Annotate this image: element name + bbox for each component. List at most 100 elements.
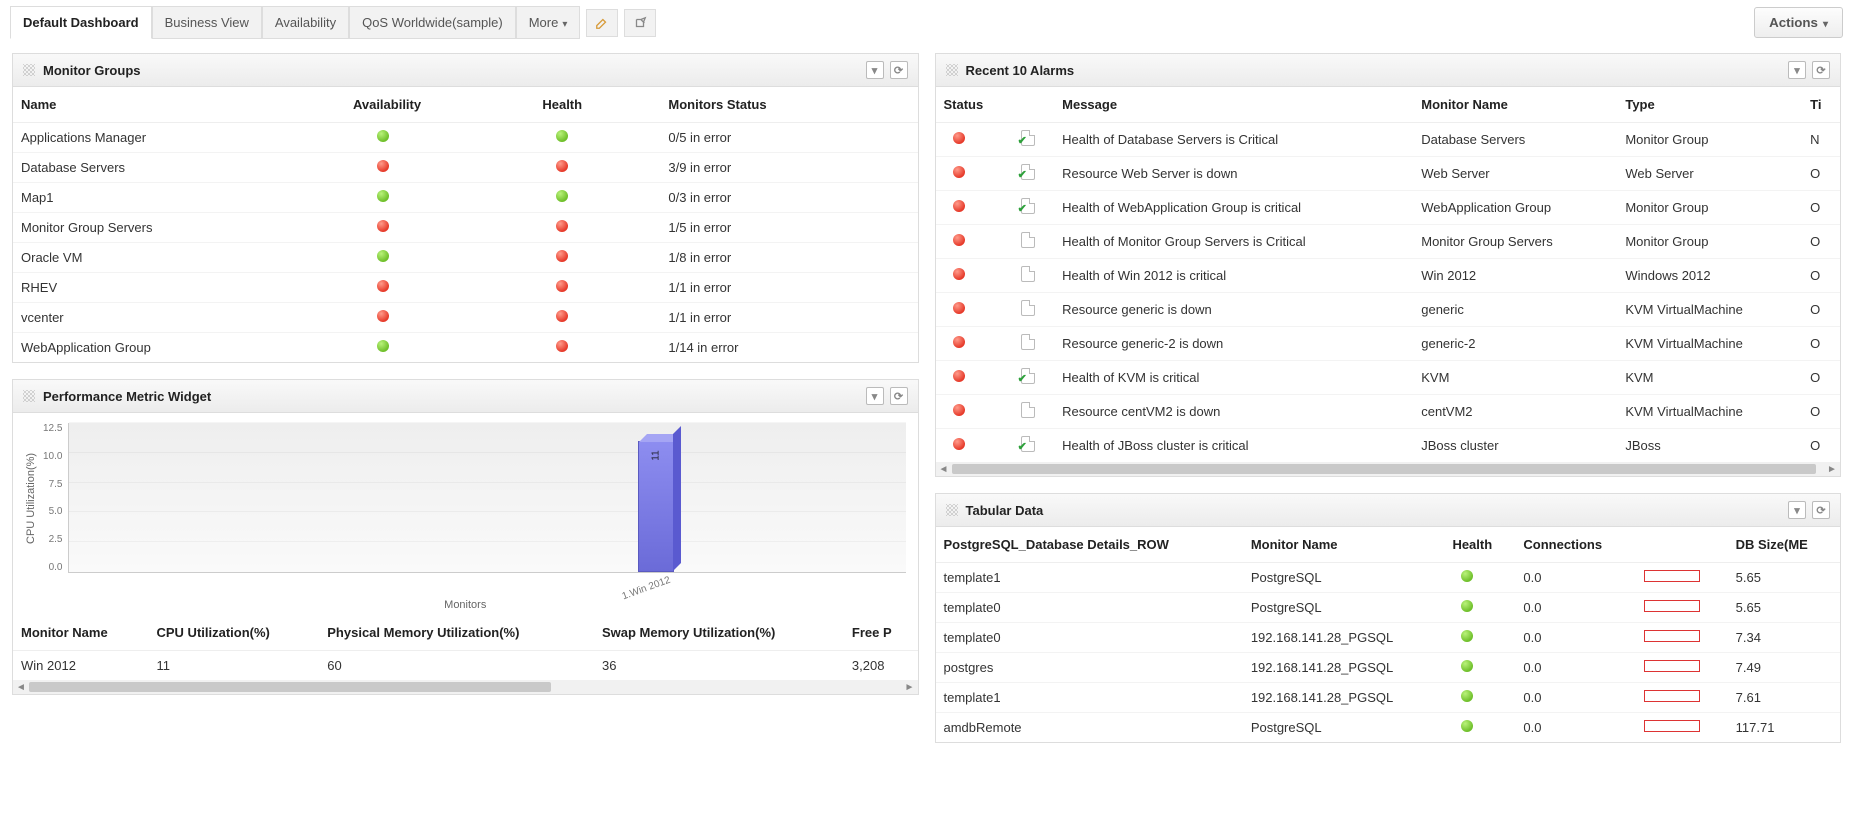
column-header: Connections [1515, 527, 1636, 563]
cell: 3,208 [844, 651, 918, 681]
alarm-type-icon [1021, 436, 1035, 452]
table-row[interactable]: Health of KVM is criticalKVMKVMO [936, 361, 1841, 395]
monitor-cell: Monitor Group Servers [1413, 225, 1617, 259]
drag-handle-icon[interactable] [23, 390, 35, 402]
name-cell: Applications Manager [13, 123, 345, 153]
status-cell: 1/1 in error [660, 273, 917, 303]
scroll-right-icon[interactable]: ► [1826, 463, 1838, 475]
table-row[interactable]: vcenter1/1 in error [13, 303, 918, 333]
column-header: Monitors Status [660, 87, 917, 123]
message-cell: Resource Web Server is down [1054, 157, 1413, 191]
health-cell [1444, 713, 1515, 743]
horizontal-scrollbar[interactable]: ◄ ► [13, 680, 918, 694]
status-dot [1461, 600, 1473, 612]
table-row[interactable]: template1PostgreSQL0.05.65 [936, 563, 1841, 593]
tab-more[interactable]: More [516, 6, 581, 39]
status-cell [936, 327, 1013, 361]
refresh-icon[interactable]: ⟳ [1812, 61, 1830, 79]
monitor-cell: KVM [1413, 361, 1617, 395]
table-row[interactable]: template0192.168.141.28_PGSQL0.07.34 [936, 623, 1841, 653]
table-row[interactable]: Resource Web Server is downWeb ServerWeb… [936, 157, 1841, 191]
icon-cell [1013, 395, 1055, 429]
widget-title: Performance Metric Widget [43, 389, 211, 404]
table-row[interactable]: postgres192.168.141.28_PGSQL0.07.49 [936, 653, 1841, 683]
cell: amdbRemote [936, 713, 1243, 743]
monitor-cell: JBoss cluster [1413, 429, 1617, 463]
icon-cell [1013, 157, 1055, 191]
scroll-left-icon[interactable]: ◄ [15, 681, 27, 693]
table-row[interactable]: Monitor Group Servers1/5 in error [13, 213, 918, 243]
status-dot [953, 438, 965, 450]
status-cell: 1/1 in error [660, 303, 917, 333]
table-row[interactable]: Applications Manager0/5 in error [13, 123, 918, 153]
cell: 5.65 [1728, 593, 1840, 623]
monitor-groups-table: NameAvailabilityHealthMonitors Status Ap… [13, 87, 918, 362]
scroll-right-icon[interactable]: ► [904, 681, 916, 693]
column-header: Message [1054, 87, 1413, 123]
table-row[interactable]: Health of Win 2012 is criticalWin 2012Wi… [936, 259, 1841, 293]
table-row[interactable]: Resource centVM2 is downcentVM2KVM Virtu… [936, 395, 1841, 429]
table-row[interactable]: WebApplication Group1/14 in error [13, 333, 918, 363]
table-row[interactable]: Resource generic-2 is downgeneric-2KVM V… [936, 327, 1841, 361]
tab-default-dashboard[interactable]: Default Dashboard [10, 6, 152, 39]
status-dot [953, 302, 965, 314]
connections-bar [1644, 630, 1700, 642]
table-row[interactable]: RHEV 1/1 in error [13, 273, 918, 303]
table-row[interactable]: template0PostgreSQL0.05.65 [936, 593, 1841, 623]
status-dot [1461, 720, 1473, 732]
horizontal-scrollbar[interactable]: ◄ ► [936, 462, 1841, 476]
health-cell [1444, 563, 1515, 593]
table-row[interactable]: Map10/3 in error [13, 183, 918, 213]
drag-handle-icon[interactable] [23, 64, 35, 76]
status-dot [556, 160, 568, 172]
connections-bar [1644, 690, 1700, 702]
refresh-icon[interactable]: ⟳ [890, 61, 908, 79]
table-row[interactable]: Health of Monitor Group Servers is Criti… [936, 225, 1841, 259]
name-cell: RHEV [13, 273, 345, 303]
widget-menu-icon[interactable]: ▾ [866, 61, 884, 79]
table-row[interactable]: Oracle VM1/8 in error [13, 243, 918, 273]
cell: template0 [936, 623, 1243, 653]
widget-menu-icon[interactable]: ▾ [1788, 61, 1806, 79]
message-cell: Resource centVM2 is down [1054, 395, 1413, 429]
tab-availability[interactable]: Availability [262, 6, 349, 39]
message-cell: Health of JBoss cluster is critical [1054, 429, 1413, 463]
column-header [1636, 527, 1728, 563]
status-cell [936, 293, 1013, 327]
table-row[interactable]: Resource generic is downgenericKVM Virtu… [936, 293, 1841, 327]
tab-qos-worldwide-sample-[interactable]: QoS Worldwide(sample) [349, 6, 516, 39]
availability-cell [345, 273, 534, 303]
time-cell: O [1802, 191, 1840, 225]
drag-handle-icon[interactable] [946, 64, 958, 76]
widget-menu-icon[interactable]: ▾ [1788, 501, 1806, 519]
table-row[interactable]: amdbRemotePostgreSQL0.0117.71 [936, 713, 1841, 743]
status-dot [556, 190, 568, 202]
refresh-icon[interactable]: ⟳ [890, 387, 908, 405]
actions-button[interactable]: Actions [1754, 7, 1843, 38]
drag-handle-icon[interactable] [946, 504, 958, 516]
edit-dashboard-icon[interactable] [586, 9, 618, 37]
tab-business-view[interactable]: Business View [152, 6, 262, 39]
health-cell [534, 153, 660, 183]
status-cell [936, 157, 1013, 191]
table-row[interactable]: Win 20121160363,208 [13, 651, 918, 681]
status-dot [377, 190, 389, 202]
cell: 36 [594, 651, 844, 681]
status-dot [953, 166, 965, 178]
table-row[interactable]: Health of Database Servers is CriticalDa… [936, 123, 1841, 157]
table-row[interactable]: Health of JBoss cluster is criticalJBoss… [936, 429, 1841, 463]
icon-cell [1013, 429, 1055, 463]
widget-menu-icon[interactable]: ▾ [866, 387, 884, 405]
tabular-widget: Tabular Data ▾ ⟳ PostgreSQL_Database Det… [935, 493, 1842, 743]
type-cell: Windows 2012 [1617, 259, 1802, 293]
table-row[interactable]: Database Servers3/9 in error [13, 153, 918, 183]
message-cell: Health of Database Servers is Critical [1054, 123, 1413, 157]
refresh-icon[interactable]: ⟳ [1812, 501, 1830, 519]
status-dot [556, 310, 568, 322]
table-row[interactable]: Health of WebApplication Group is critic… [936, 191, 1841, 225]
open-external-icon[interactable] [624, 9, 656, 37]
table-row[interactable]: template1192.168.141.28_PGSQL0.07.61 [936, 683, 1841, 713]
scroll-left-icon[interactable]: ◄ [938, 463, 950, 475]
alarms-widget: Recent 10 Alarms ▾ ⟳ StatusMessageMonito… [935, 53, 1842, 477]
cell: 0.0 [1515, 683, 1636, 713]
